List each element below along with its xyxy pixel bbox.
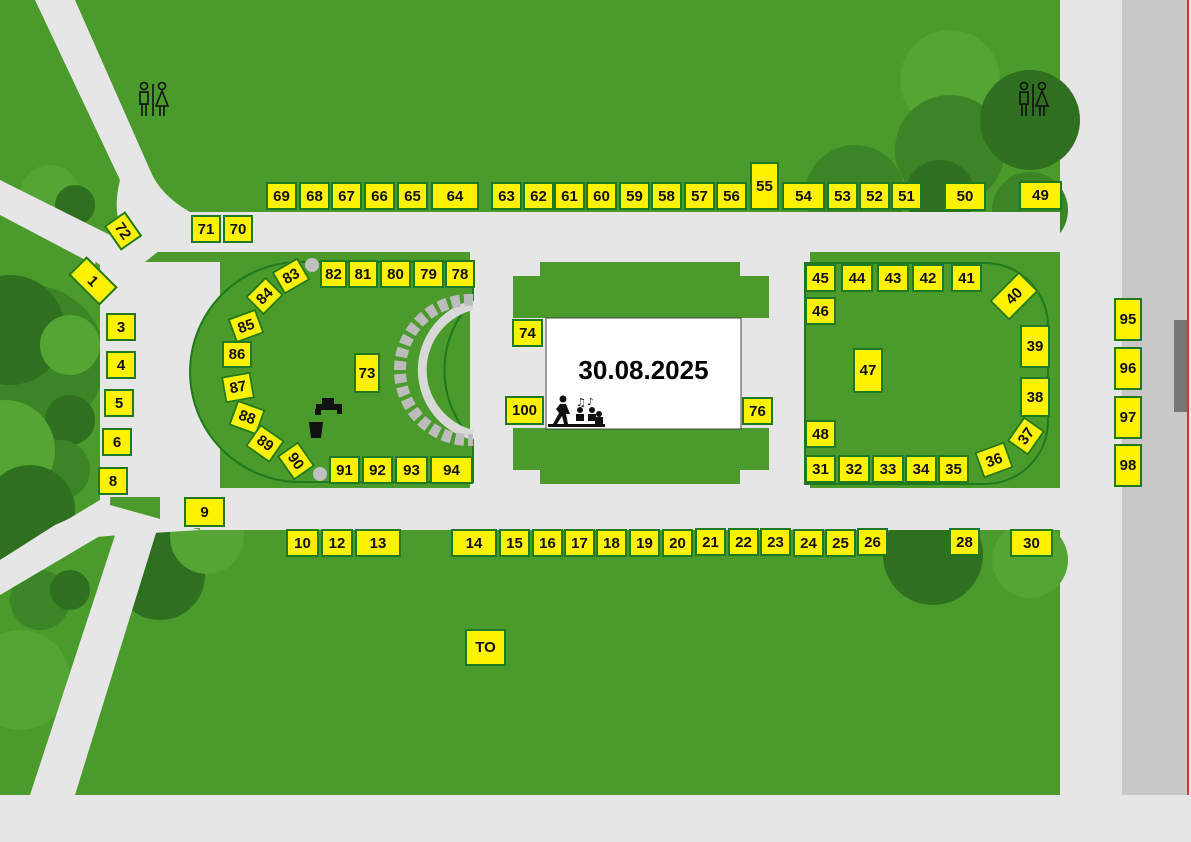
stall-47[interactable]: 47 — [853, 348, 883, 393]
stall-86[interactable]: 86 — [222, 341, 252, 368]
stall-31[interactable]: 31 — [805, 455, 836, 483]
stall-59[interactable]: 59 — [619, 182, 650, 210]
left-horseshoe-area — [189, 261, 474, 483]
svg-text:♪: ♪ — [587, 397, 593, 408]
stall-100[interactable]: 100 — [505, 396, 544, 425]
stall-28[interactable]: 28 — [949, 528, 980, 556]
stall-17[interactable]: 17 — [564, 529, 595, 557]
stall-87[interactable]: 87 — [220, 371, 256, 404]
svg-text:♫: ♫ — [576, 396, 586, 409]
stall-66[interactable]: 66 — [364, 182, 395, 210]
stall-67[interactable]: 67 — [331, 182, 362, 210]
stall-22[interactable]: 22 — [728, 528, 759, 556]
stall-57[interactable]: 57 — [684, 182, 715, 210]
stall-12[interactable]: 12 — [321, 529, 353, 557]
map-background: ♫ ♪ — [0, 0, 1191, 842]
stall-93[interactable]: 93 — [395, 456, 428, 484]
stall-81[interactable]: 81 — [348, 260, 378, 288]
stall-6[interactable]: 6 — [102, 428, 132, 456]
stall-34[interactable]: 34 — [905, 455, 937, 483]
stall-39[interactable]: 39 — [1020, 325, 1050, 368]
stall-48[interactable]: 48 — [805, 420, 836, 448]
stall-62[interactable]: 62 — [523, 182, 554, 210]
stall-42[interactable]: 42 — [912, 264, 944, 292]
road-marker — [1174, 320, 1188, 412]
stall-73[interactable]: 73 — [354, 353, 380, 393]
stall-32[interactable]: 32 — [838, 455, 870, 483]
stall-97[interactable]: 97 — [1114, 396, 1142, 439]
stall-91[interactable]: 91 — [329, 456, 360, 484]
stall-68[interactable]: 68 — [299, 182, 330, 210]
stall-23[interactable]: 23 — [760, 528, 791, 556]
stall-53[interactable]: 53 — [827, 182, 858, 210]
stall-30[interactable]: 30 — [1010, 529, 1053, 557]
stall-16[interactable]: 16 — [532, 529, 563, 557]
stall-78[interactable]: 78 — [445, 260, 475, 288]
stall-55[interactable]: 55 — [750, 162, 779, 210]
stall-52[interactable]: 52 — [859, 182, 890, 210]
stall-74[interactable]: 74 — [512, 319, 543, 347]
stall-56[interactable]: 56 — [716, 182, 747, 210]
stall-58[interactable]: 58 — [651, 182, 682, 210]
stall-3[interactable]: 3 — [106, 313, 136, 341]
stall-70[interactable]: 70 — [223, 215, 253, 243]
stall-5[interactable]: 5 — [104, 389, 134, 417]
market-map: ♫ ♪ 30.08.2025 1 3 4 5 6 8 9 10 12 13 14… — [0, 0, 1191, 842]
stall-25[interactable]: 25 — [825, 529, 856, 557]
stall-43[interactable]: 43 — [877, 264, 909, 292]
stall-13[interactable]: 13 — [355, 529, 401, 557]
stall-50[interactable]: 50 — [944, 182, 986, 211]
stall-20[interactable]: 20 — [662, 529, 693, 557]
stall-41[interactable]: 41 — [951, 264, 982, 292]
stall-71[interactable]: 71 — [191, 215, 221, 243]
stall-80[interactable]: 80 — [380, 260, 411, 288]
stall-33[interactable]: 33 — [872, 455, 904, 483]
stall-63[interactable]: 63 — [491, 182, 522, 210]
stall-92[interactable]: 92 — [362, 456, 393, 484]
stall-61[interactable]: 61 — [554, 182, 585, 210]
stall-64[interactable]: 64 — [431, 182, 479, 210]
stall-96[interactable]: 96 — [1114, 347, 1142, 390]
stall-79[interactable]: 79 — [413, 260, 444, 288]
bollard — [313, 467, 327, 481]
stall-54[interactable]: 54 — [782, 182, 825, 210]
stall-51[interactable]: 51 — [891, 182, 922, 210]
stall-TO[interactable]: TO — [465, 629, 506, 666]
bollard — [305, 258, 319, 272]
stall-4[interactable]: 4 — [106, 351, 136, 379]
stall-49[interactable]: 49 — [1019, 181, 1062, 210]
stall-10[interactable]: 10 — [286, 529, 319, 557]
stall-26[interactable]: 26 — [857, 528, 888, 556]
stall-98[interactable]: 98 — [1114, 444, 1142, 487]
stall-24[interactable]: 24 — [793, 529, 824, 557]
stall-94[interactable]: 94 — [430, 456, 473, 484]
event-date: 30.08.2025 — [578, 355, 709, 385]
stall-18[interactable]: 18 — [596, 529, 627, 557]
stall-60[interactable]: 60 — [586, 182, 617, 210]
stall-45[interactable]: 45 — [805, 264, 836, 292]
stall-46[interactable]: 46 — [805, 297, 836, 325]
stall-95[interactable]: 95 — [1114, 298, 1142, 341]
stall-35[interactable]: 35 — [938, 455, 969, 483]
stall-21[interactable]: 21 — [695, 528, 726, 556]
stall-38[interactable]: 38 — [1020, 377, 1050, 417]
stall-69[interactable]: 69 — [266, 182, 297, 210]
stall-19[interactable]: 19 — [629, 529, 660, 557]
stall-76[interactable]: 76 — [742, 397, 773, 425]
stall-82[interactable]: 82 — [320, 260, 347, 288]
stall-44[interactable]: 44 — [841, 264, 873, 292]
stall-15[interactable]: 15 — [499, 529, 530, 557]
stall-8[interactable]: 8 — [98, 467, 128, 495]
stall-14[interactable]: 14 — [451, 529, 497, 557]
bottom-path — [0, 795, 1191, 842]
stall-65[interactable]: 65 — [397, 182, 428, 210]
stall-9[interactable]: 9 — [184, 497, 225, 527]
